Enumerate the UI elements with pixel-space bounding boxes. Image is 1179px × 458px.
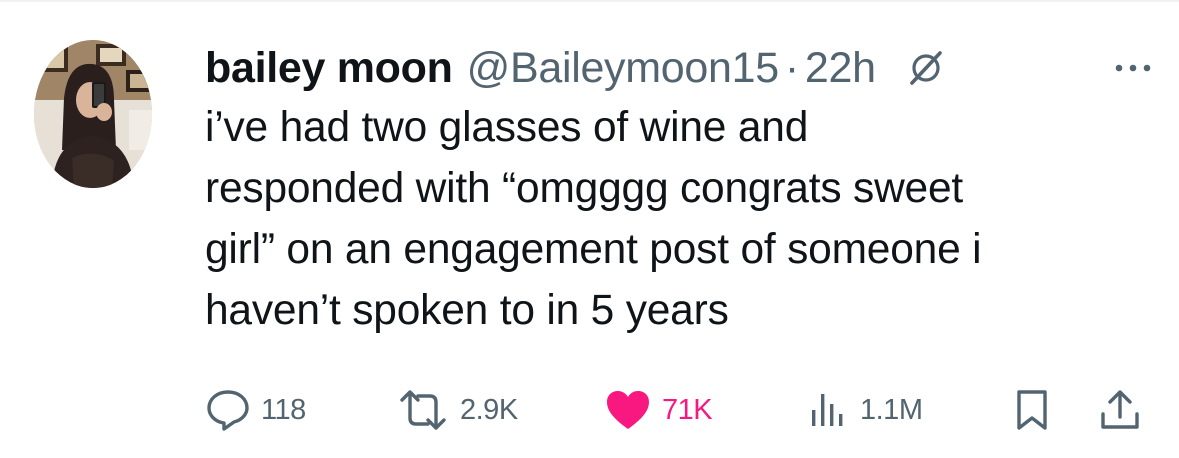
like-button[interactable]: 71K [604, 380, 713, 440]
more-dots-icon[interactable] [1110, 48, 1156, 88]
share-button[interactable] [1098, 380, 1142, 440]
reply-count: 118 [261, 393, 306, 426]
display-name[interactable]: bailey moon [205, 44, 453, 93]
reply-icon [205, 388, 251, 432]
views-count: 1.1M [860, 393, 923, 426]
bookmark-button[interactable] [1014, 380, 1050, 440]
repost-icon [396, 388, 450, 432]
separator-dot: · [784, 43, 799, 92]
timestamp[interactable]: 22h [805, 44, 876, 93]
tweet-header: bailey moon @Baileymoon15 · 22h [205, 40, 946, 96]
tweet-text: i’ve had two glasses of wine and respond… [205, 104, 982, 334]
heart-icon [604, 388, 652, 432]
views-chart-icon [806, 388, 850, 432]
like-count: 71K [662, 393, 713, 426]
repost-button[interactable]: 2.9K [396, 380, 518, 440]
grok-icon[interactable] [906, 48, 946, 88]
reply-button[interactable]: 118 [205, 380, 306, 440]
share-icon [1098, 388, 1142, 432]
avatar-photo [34, 40, 152, 188]
avatar[interactable] [34, 40, 152, 188]
views-button[interactable]: 1.1M [806, 380, 923, 440]
action-bar: 118 2.9K 71K 1.1M [0, 380, 1179, 440]
user-handle[interactable]: @Baileymoon15 [467, 44, 780, 93]
top-divider [0, 0, 1179, 2]
repost-count: 2.9K [460, 393, 518, 426]
bookmark-icon [1014, 388, 1050, 432]
